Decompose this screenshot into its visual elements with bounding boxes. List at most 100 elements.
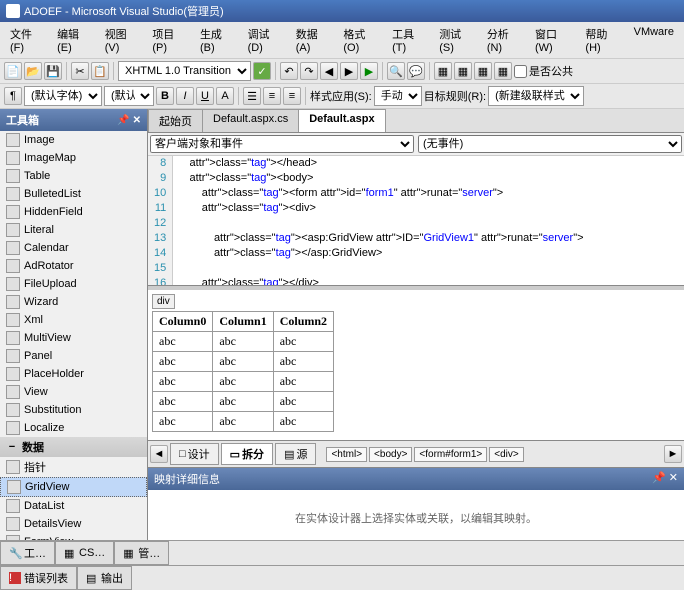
menu-help[interactable]: 帮助(H) — [579, 24, 625, 56]
menu-view[interactable]: 视图(V) — [99, 24, 145, 56]
run-button[interactable]: ▶ — [360, 62, 378, 80]
save-button[interactable]: 💾 — [44, 62, 62, 80]
para-button[interactable]: ¶ — [4, 87, 22, 105]
align-left-button[interactable]: ☰ — [243, 87, 261, 105]
toolbox-item-table[interactable]: Table — [0, 167, 147, 185]
menu-tools[interactable]: 工具(T) — [386, 24, 431, 56]
code-editor[interactable]: 891011121314151617181920 attr">class="ta… — [148, 156, 684, 286]
validate-button[interactable]: ✓ — [253, 62, 271, 80]
toolbox-item-literal[interactable]: Literal — [0, 221, 147, 239]
tb-button[interactable]: ▦ — [454, 62, 472, 80]
designer-surface[interactable]: div Column0Column1Column2abcabcabcabcabc… — [148, 290, 684, 440]
list-button[interactable]: ≡ — [263, 87, 281, 105]
toolbox-item-localize[interactable]: Localize — [0, 419, 147, 437]
menu-data[interactable]: 数据(A) — [290, 24, 336, 56]
view-split[interactable]: ▭ 拆分 — [221, 443, 273, 465]
style-apply-label: 样式应用(S): — [310, 88, 372, 104]
open-button[interactable]: 📂 — [24, 62, 42, 80]
color-button[interactable]: A — [216, 87, 234, 105]
comment-button[interactable]: 💬 — [407, 62, 425, 80]
close-icon[interactable]: 📌 ✕ — [652, 471, 678, 487]
pin-icon[interactable]: 📌 ✕ — [117, 115, 141, 126]
div-chip[interactable]: div — [152, 294, 175, 309]
tb-button[interactable]: ▦ — [474, 62, 492, 80]
nav-fwd-button[interactable]: ▶ — [340, 62, 358, 80]
tb-button[interactable]: ▦ — [494, 62, 512, 80]
view-source[interactable]: ▤ 源 — [275, 443, 316, 465]
public-checkbox[interactable]: 是否公共 — [514, 63, 573, 79]
toolbox-section-data[interactable]: 数据 — [0, 437, 147, 457]
toolbox-item-view[interactable]: View — [0, 383, 147, 401]
breadcrumb-div[interactable]: <div> — [489, 447, 523, 462]
breadcrumb-form[interactable]: <form#form1> — [414, 447, 487, 462]
bold-button[interactable]: B — [156, 87, 174, 105]
toolbox-item-placeholder[interactable]: PlaceHolder — [0, 365, 147, 383]
menu-edit[interactable]: 编辑(E) — [51, 24, 97, 56]
toolbox-item-wizard[interactable]: Wizard — [0, 293, 147, 311]
menu-analyze[interactable]: 分析(N) — [481, 24, 527, 56]
output-tab[interactable]: ▤输出 — [77, 566, 132, 590]
toolbox-item-bulletedlist[interactable]: BulletedList — [0, 185, 147, 203]
menu-test[interactable]: 测试(S) — [433, 24, 479, 56]
menu-format[interactable]: 格式(O) — [337, 24, 384, 56]
underline-button[interactable]: U — [196, 87, 214, 105]
expand-right-button[interactable]: ► — [664, 445, 682, 463]
redo-button[interactable]: ↷ — [300, 62, 318, 80]
gridview-preview[interactable]: Column0Column1Column2abcabcabcabcabcabca… — [152, 311, 334, 432]
client-objects-select[interactable]: 客户端对象和事件 — [150, 135, 414, 153]
footer-tab[interactable]: ▦管… — [114, 541, 169, 565]
footer-tab[interactable]: ▦CS… — [55, 541, 114, 565]
view-design[interactable]: □ 设计 — [170, 443, 219, 465]
toolbox-item-hiddenfield[interactable]: HiddenField — [0, 203, 147, 221]
italic-button[interactable]: I — [176, 87, 194, 105]
toolbox-item-image[interactable]: Image — [0, 131, 147, 149]
control-icon — [6, 169, 20, 183]
font-select[interactable]: (默认字体) — [24, 86, 102, 106]
toolbox-list[interactable]: ImageImageMapTableBulletedListHiddenFiel… — [0, 131, 147, 540]
toolbox-item-formview[interactable]: FormView — [0, 533, 147, 540]
toolbox-item-imagemap[interactable]: ImageMap — [0, 149, 147, 167]
events-select[interactable]: (无事件) — [418, 135, 682, 153]
breadcrumb-body[interactable]: <body> — [369, 447, 412, 462]
view-tabs: ◄ □ 设计 ▭ 拆分 ▤ 源 <html> <body> <form#form… — [148, 440, 684, 467]
toolbox-item-adrotator[interactable]: AdRotator — [0, 257, 147, 275]
target-rules-select[interactable]: (新建级联样式 — [488, 86, 584, 106]
code-content[interactable]: attr">class="tag"></head> attr">class="t… — [173, 156, 587, 285]
style-apply-select[interactable]: 手动 — [374, 86, 422, 106]
toolbox-item-datalist[interactable]: DataList — [0, 497, 147, 515]
cut-button[interactable]: ✂ — [71, 62, 89, 80]
toolbox-item-panel[interactable]: Panel — [0, 347, 147, 365]
expand-left-button[interactable]: ◄ — [150, 445, 168, 463]
find-button[interactable]: 🔍 — [387, 62, 405, 80]
doctype-select[interactable]: XHTML 1.0 Transition — [118, 61, 251, 81]
nav-back-button[interactable]: ◀ — [320, 62, 338, 80]
tab-aspx[interactable]: Default.aspx — [298, 109, 385, 132]
list-button[interactable]: ≡ — [283, 87, 301, 105]
toolbox-title: 工具箱 📌 ✕ — [0, 109, 147, 131]
toolbox-item-gridview[interactable]: GridView — [0, 477, 147, 497]
footer-tab[interactable]: 🔧工… — [0, 541, 55, 565]
menu-vmware[interactable]: VMware — [628, 24, 680, 56]
size-select[interactable]: (默认; — [104, 86, 154, 106]
menu-debug[interactable]: 调试(D) — [242, 24, 288, 56]
toolbox-item-substitution[interactable]: Substitution — [0, 401, 147, 419]
manage-icon: ▦ — [123, 547, 135, 559]
tb-button[interactable]: ▦ — [434, 62, 452, 80]
error-list-tab[interactable]: !错误列表 — [0, 566, 77, 590]
toolbox-item-xml[interactable]: Xml — [0, 311, 147, 329]
tab-codebehind[interactable]: Default.aspx.cs — [202, 109, 299, 132]
toolbox-item-指针[interactable]: 指针 — [0, 457, 147, 477]
new-button[interactable]: 📄 — [4, 62, 22, 80]
menu-window[interactable]: 窗口(W) — [529, 24, 577, 56]
undo-button[interactable]: ↶ — [280, 62, 298, 80]
toolbox-item-detailsview[interactable]: DetailsView — [0, 515, 147, 533]
toolbox-item-calendar[interactable]: Calendar — [0, 239, 147, 257]
menu-file[interactable]: 文件(F) — [4, 24, 49, 56]
toolbox-item-multiview[interactable]: MultiView — [0, 329, 147, 347]
copy-button[interactable]: 📋 — [91, 62, 109, 80]
menu-project[interactable]: 项目(P) — [146, 24, 192, 56]
menu-build[interactable]: 生成(B) — [194, 24, 240, 56]
breadcrumb-html[interactable]: <html> — [326, 447, 367, 462]
tab-start[interactable]: 起始页 — [148, 109, 203, 132]
toolbox-item-fileupload[interactable]: FileUpload — [0, 275, 147, 293]
